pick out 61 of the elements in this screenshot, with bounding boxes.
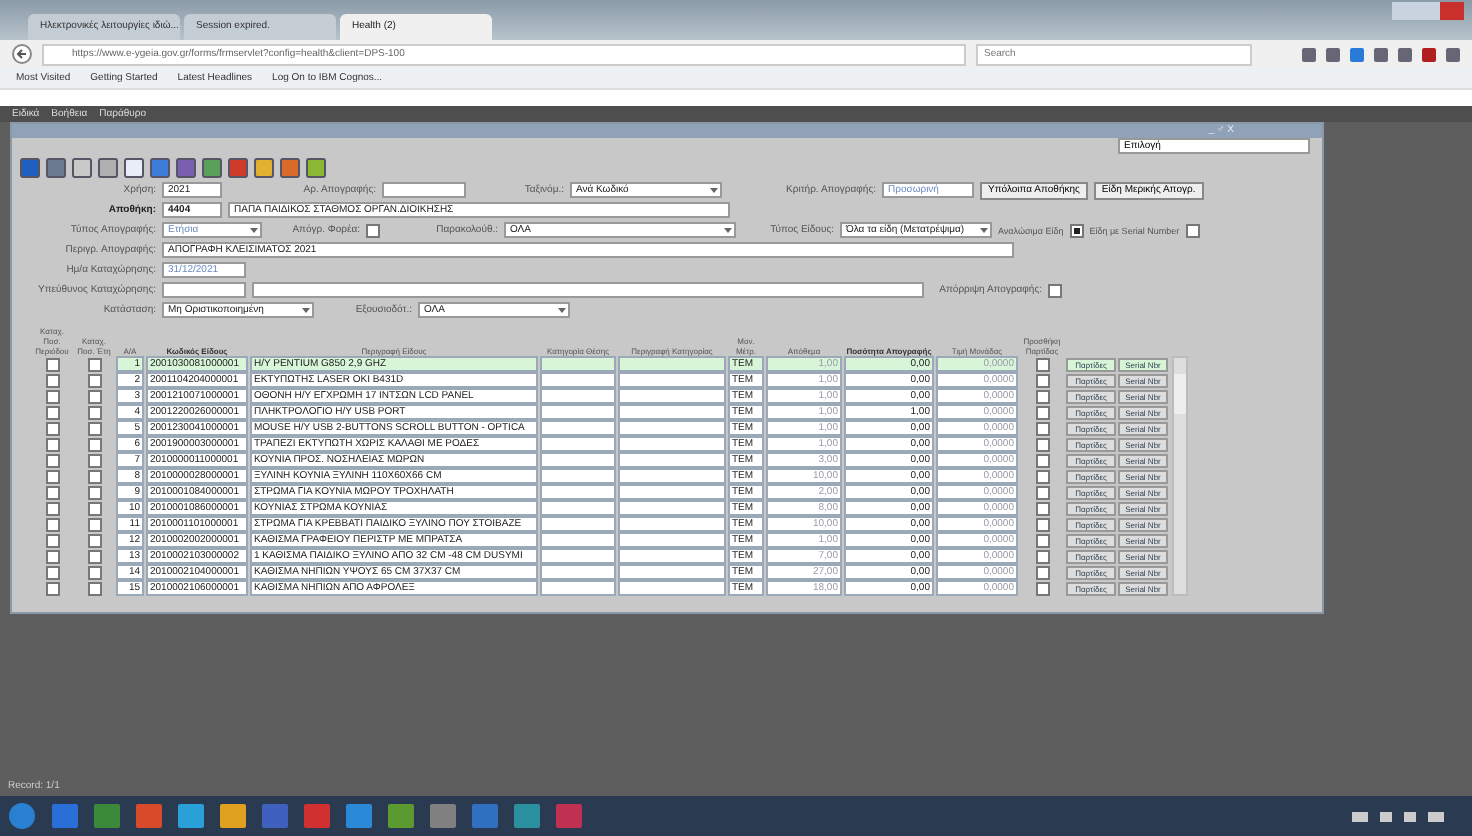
checkbox[interactable] bbox=[366, 223, 380, 237]
checkbox[interactable] bbox=[1035, 533, 1049, 547]
checkbox[interactable] bbox=[1035, 421, 1049, 435]
checkbox[interactable] bbox=[1048, 283, 1062, 297]
caret-icon bbox=[250, 226, 258, 234]
checkbox[interactable] bbox=[87, 421, 101, 435]
checkbox[interactable] bbox=[45, 485, 59, 499]
checkbox[interactable] bbox=[87, 501, 101, 515]
checkbox[interactable] bbox=[1035, 485, 1049, 499]
checkbox[interactable] bbox=[45, 373, 59, 387]
window-controls-icon[interactable] bbox=[1392, 2, 1464, 20]
checkbox[interactable] bbox=[1035, 405, 1049, 419]
checkbox[interactable] bbox=[87, 389, 101, 403]
checkbox[interactable] bbox=[87, 437, 101, 451]
checkbox[interactable] bbox=[87, 485, 101, 499]
scrollbar[interactable] bbox=[1172, 356, 1188, 596]
checkbox[interactable] bbox=[45, 517, 59, 531]
checkbox[interactable] bbox=[45, 389, 59, 403]
checkbox[interactable] bbox=[1185, 223, 1200, 237]
checkbox[interactable] bbox=[45, 581, 59, 595]
checkbox[interactable] bbox=[87, 469, 101, 483]
checkbox[interactable] bbox=[87, 517, 101, 531]
back-icon[interactable] bbox=[12, 44, 32, 64]
caret-icon bbox=[302, 306, 310, 314]
checkbox[interactable] bbox=[45, 437, 59, 451]
checkbox[interactable] bbox=[1035, 357, 1049, 371]
responsible-name-field[interactable] bbox=[252, 282, 924, 298]
checkbox[interactable] bbox=[45, 533, 59, 547]
checkbox[interactable] bbox=[87, 373, 101, 387]
checkbox[interactable] bbox=[1035, 565, 1049, 579]
checkbox[interactable] bbox=[45, 357, 59, 371]
checkbox[interactable] bbox=[87, 565, 101, 579]
caret-icon bbox=[558, 306, 566, 314]
caret-icon bbox=[710, 186, 718, 194]
checkbox[interactable] bbox=[1035, 581, 1049, 595]
checkbox[interactable] bbox=[1035, 549, 1049, 563]
checkbox[interactable] bbox=[45, 453, 59, 467]
checkbox[interactable] bbox=[45, 501, 59, 515]
caret-icon bbox=[724, 226, 732, 234]
checkbox[interactable] bbox=[87, 549, 101, 563]
checkbox[interactable] bbox=[1035, 389, 1049, 403]
checkbox[interactable] bbox=[87, 533, 101, 547]
checkbox[interactable] bbox=[87, 405, 101, 419]
checkbox[interactable] bbox=[45, 405, 59, 419]
checkbox[interactable] bbox=[45, 421, 59, 435]
checkbox[interactable] bbox=[87, 581, 101, 595]
checkbox[interactable] bbox=[87, 357, 101, 371]
checkbox[interactable] bbox=[1069, 223, 1084, 237]
checkbox[interactable] bbox=[45, 549, 59, 563]
checkbox[interactable] bbox=[1035, 453, 1049, 467]
checkbox[interactable] bbox=[1035, 517, 1049, 531]
checkbox[interactable] bbox=[45, 565, 59, 579]
checkbox[interactable] bbox=[87, 453, 101, 467]
checkbox[interactable] bbox=[45, 469, 59, 483]
checkbox[interactable] bbox=[1035, 501, 1049, 515]
caret-icon bbox=[980, 226, 988, 234]
checkbox[interactable] bbox=[1035, 373, 1049, 387]
checkbox[interactable] bbox=[1035, 469, 1049, 483]
checkbox[interactable] bbox=[1035, 437, 1049, 451]
inventory-number-field[interactable] bbox=[382, 182, 466, 198]
responsible-code-field[interactable] bbox=[162, 282, 246, 298]
